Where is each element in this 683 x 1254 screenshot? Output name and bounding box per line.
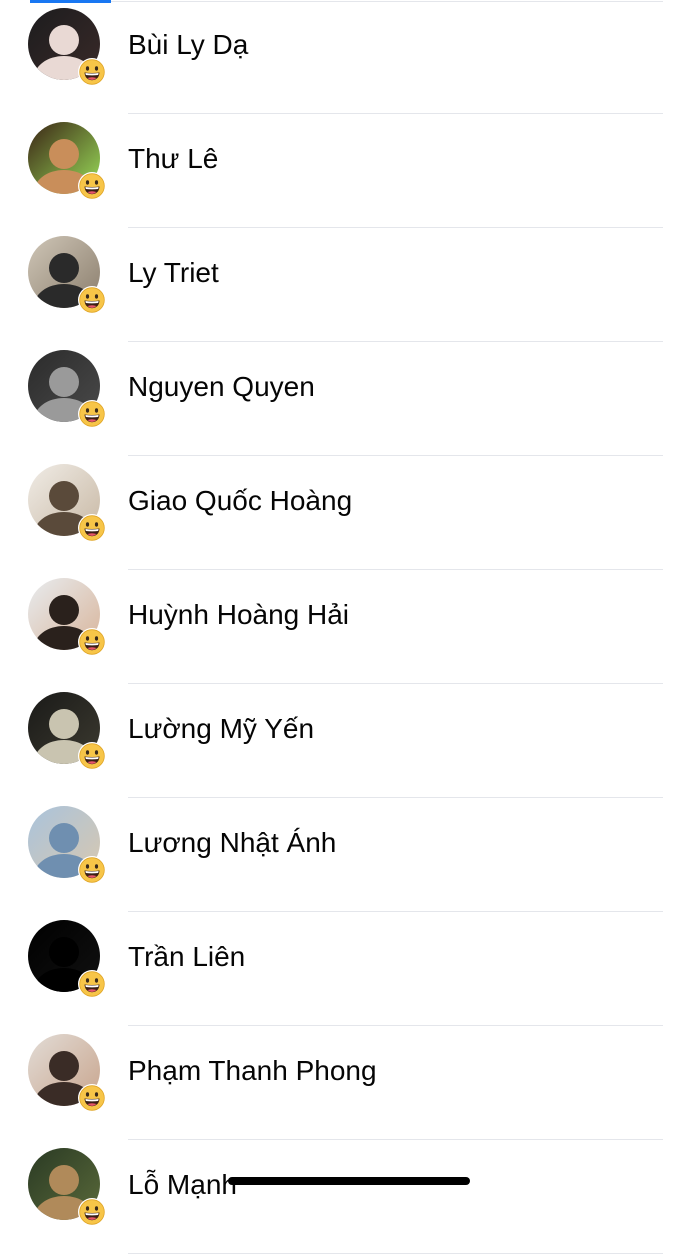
friend-row[interactable]: Nguyen Quyen [0,342,683,456]
grinning-face-icon [78,970,106,998]
avatar[interactable] [28,122,106,200]
friend-row[interactable]: Bùi Ly Dạ [0,0,683,114]
grinning-face-icon [78,628,106,656]
avatar[interactable] [28,578,106,656]
home-indicator[interactable] [228,1177,470,1185]
avatar[interactable] [28,806,106,884]
friend-name[interactable]: Huỳnh Hoàng Hải [128,598,349,632]
friend-name[interactable]: Trần Liên [128,940,245,974]
friend-row[interactable]: Ly Triet [0,228,683,342]
avatar[interactable] [28,464,106,542]
friend-name[interactable]: Nguyen Quyen [128,370,315,404]
avatar[interactable] [28,1148,106,1226]
friend-name[interactable]: Bùi Ly Dạ [128,28,248,62]
avatar[interactable] [28,692,106,770]
avatar[interactable] [28,8,106,86]
grinning-face-icon [78,1084,106,1112]
avatar[interactable] [28,350,106,428]
grinning-face-icon [78,286,106,314]
grinning-face-icon [78,58,106,86]
friend-row[interactable]: Lỗ Mạnh [0,1140,683,1254]
friend-name[interactable]: Lường Mỹ Yến [128,712,314,746]
grinning-face-icon [78,1198,106,1226]
friend-row[interactable]: Giao Quốc Hoàng [0,456,683,570]
friend-row[interactable]: Trần Liên [0,912,683,1026]
friend-name[interactable]: Phạm Thanh Phong [128,1054,377,1088]
grinning-face-icon [78,400,106,428]
grinning-face-icon [78,742,106,770]
friend-row[interactable]: Thư Lê [0,114,683,228]
avatar[interactable] [28,1034,106,1112]
avatar[interactable] [28,920,106,998]
friend-row[interactable]: Lương Nhật Ánh [0,798,683,912]
friend-row[interactable]: Huỳnh Hoàng Hải [0,570,683,684]
grinning-face-icon [78,514,106,542]
avatar[interactable] [28,236,106,314]
friend-name[interactable]: Lương Nhật Ánh [128,826,336,860]
grinning-face-icon [78,856,106,884]
friend-row[interactable]: Phạm Thanh Phong [0,1026,683,1140]
grinning-face-icon [78,172,106,200]
friend-row[interactable]: Lường Mỹ Yến [0,684,683,798]
friend-name[interactable]: Lỗ Mạnh [128,1168,237,1202]
friend-name[interactable]: Giao Quốc Hoàng [128,484,352,518]
friend-name[interactable]: Thư Lê [128,142,218,176]
friend-name[interactable]: Ly Triet [128,256,219,290]
